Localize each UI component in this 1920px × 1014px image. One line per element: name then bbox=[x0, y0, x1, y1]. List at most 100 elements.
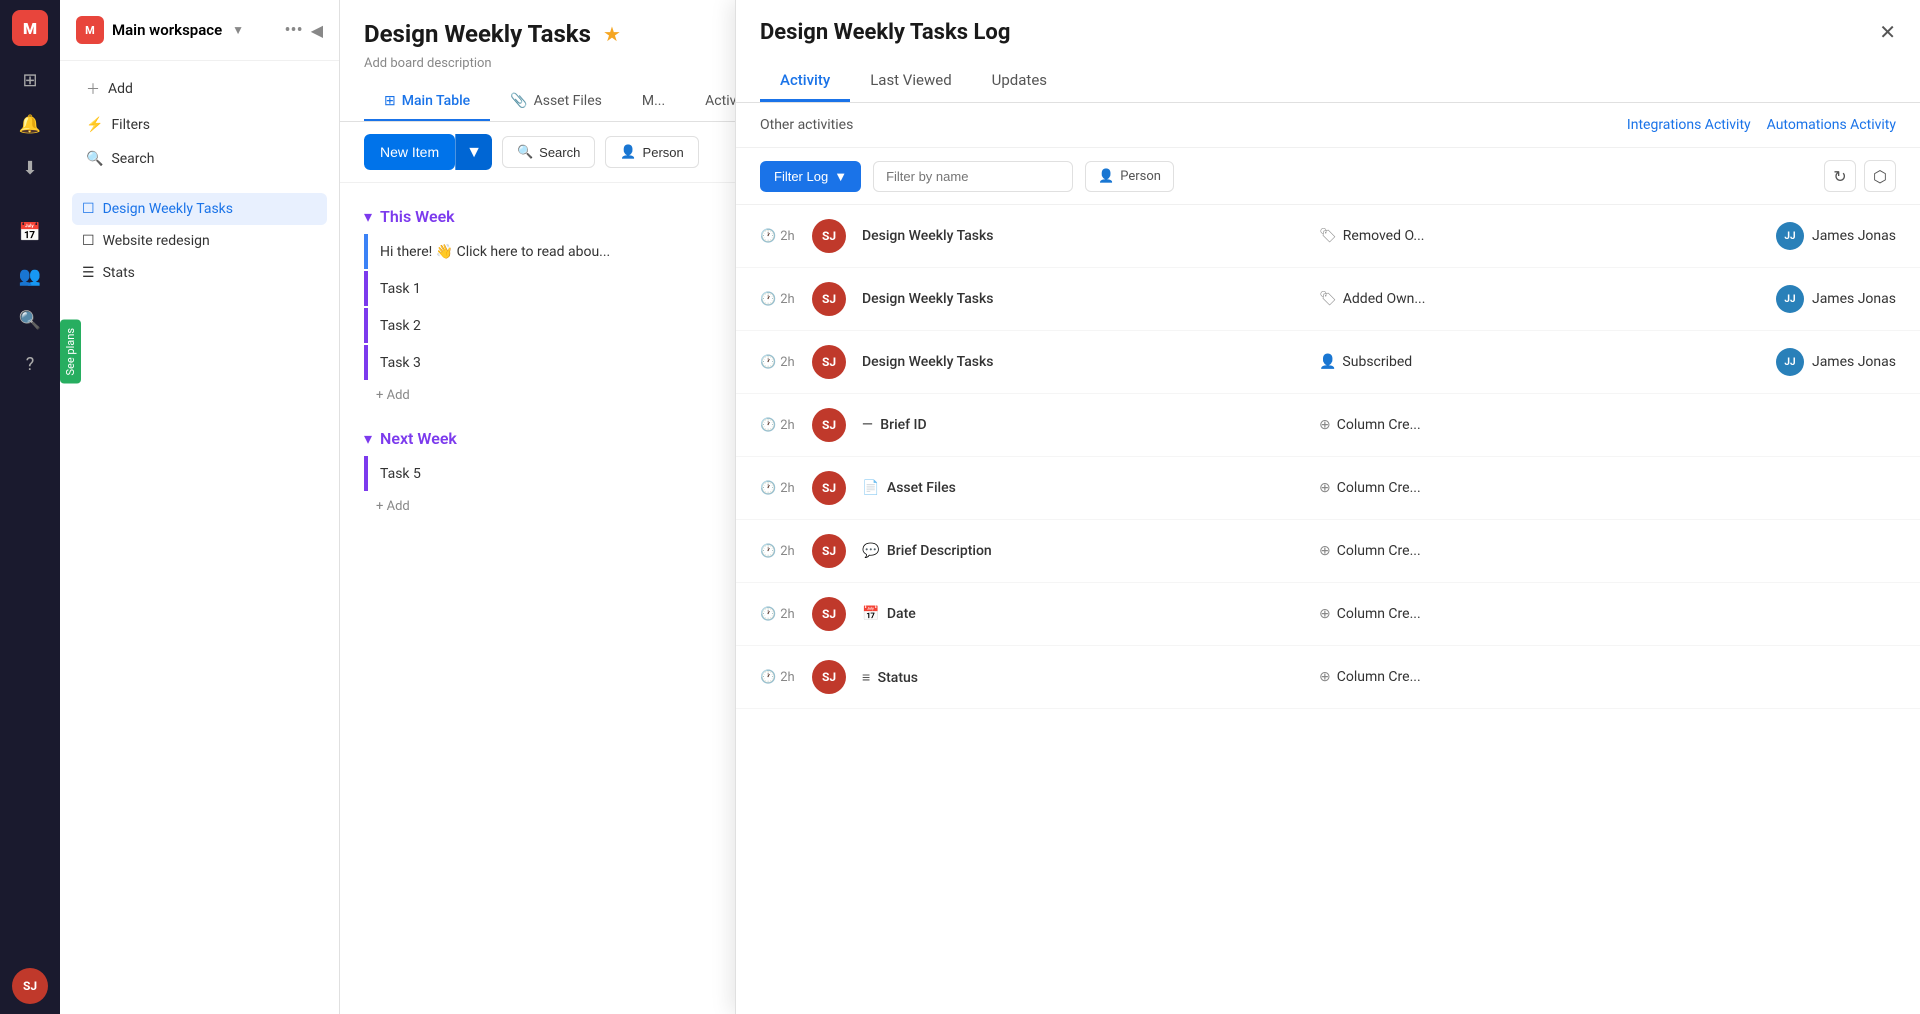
task-label: Task 5 bbox=[380, 466, 421, 482]
sidebar-add-button[interactable]: ＋ Add bbox=[76, 71, 323, 107]
activity-time: 🕐 2h bbox=[760, 481, 796, 496]
search-toolbar-button[interactable]: 🔍 Search bbox=[502, 136, 595, 168]
sidebar-search-button[interactable]: 🔍 Search bbox=[76, 143, 323, 175]
activity-board-name: Design Weekly Tasks bbox=[862, 228, 1303, 244]
action-icon: 🏷 bbox=[1319, 291, 1337, 307]
activity-avatar: SJ bbox=[812, 345, 846, 379]
column-create-icon: ⊕ bbox=[1319, 606, 1331, 622]
activity-action: ⊕ Column Cre... bbox=[1319, 417, 1760, 433]
sidebar-item-design-weekly[interactable]: ☐ Design Weekly Tasks bbox=[72, 193, 327, 225]
activity-row: 🕐 2h SJ 📄 Asset Files ⊕ Column Cre... bbox=[736, 457, 1920, 520]
activity-row: 🕐 2h SJ 📅 Date ⊕ Column Cre... bbox=[736, 583, 1920, 646]
activity-time: 🕐 2h bbox=[760, 544, 796, 559]
home-icon[interactable]: ⊞ bbox=[12, 62, 48, 98]
activity-board-name: — Brief ID bbox=[862, 417, 1303, 433]
export-icon[interactable]: ⬡ bbox=[1864, 160, 1896, 192]
new-item-button[interactable]: New Item bbox=[364, 134, 455, 170]
tab-asset-files[interactable]: 📎 Asset Files bbox=[490, 83, 622, 121]
activity-avatar: SJ bbox=[812, 219, 846, 253]
user-avatar: JJ bbox=[1776, 222, 1804, 250]
refresh-icon[interactable]: ↻ bbox=[1824, 160, 1856, 192]
board-icon-stats: ☰ bbox=[82, 265, 95, 281]
activity-filter-bar: Other activities Integrations Activity A… bbox=[736, 103, 1920, 148]
activity-row: 🕐 2h SJ Design Weekly Tasks 🏷 Removed O.… bbox=[736, 205, 1920, 268]
activity-toolbar-icons: ↻ ⬡ bbox=[1824, 160, 1896, 192]
bell-icon[interactable]: 🔔 bbox=[12, 106, 48, 142]
user-avatar: JJ bbox=[1776, 285, 1804, 313]
people-icon[interactable]: 👥 bbox=[12, 258, 48, 294]
add-label: Add bbox=[108, 81, 133, 97]
other-activities-label: Other activities bbox=[760, 117, 853, 133]
this-week-title: This Week bbox=[380, 207, 455, 226]
action-icon: 🏷 bbox=[1319, 228, 1337, 244]
board-title: Design Weekly Tasks bbox=[364, 20, 591, 48]
workspace-selector[interactable]: M Main workspace ▼ bbox=[76, 16, 244, 44]
activity-time: 🕐 2h bbox=[760, 355, 796, 370]
search-toolbar-icon: 🔍 bbox=[517, 144, 533, 160]
person-filter-icon: 👤 bbox=[1098, 169, 1114, 184]
tab-main-table[interactable]: ⊞ Main Table bbox=[364, 83, 490, 121]
sidebar: M Main workspace ▼ ••• ◀ ＋ Add ⚡ Filters… bbox=[60, 0, 340, 1014]
help-icon[interactable]: ? bbox=[12, 346, 48, 382]
icon-bar: M ⊞ 🔔 ⬇ 📅 👥 🔍 ? SJ bbox=[0, 0, 60, 1014]
filters-label: Filters bbox=[111, 117, 150, 133]
automations-activity-link[interactable]: Automations Activity bbox=[1767, 117, 1896, 133]
filter-log-chevron: ▼ bbox=[834, 169, 847, 184]
app-logo[interactable]: M bbox=[12, 10, 48, 46]
modal-title: Design Weekly Tasks Log bbox=[760, 20, 1010, 45]
calendar-icon[interactable]: 📅 bbox=[12, 214, 48, 250]
new-item-dropdown-arrow[interactable]: ▼ bbox=[455, 134, 492, 170]
activity-action: ⊕ Column Cre... bbox=[1319, 480, 1760, 496]
board-icon: ≡ bbox=[862, 670, 870, 686]
search-icon[interactable]: 🔍 bbox=[12, 302, 48, 338]
activity-row: 🕐 2h SJ ≡ Status ⊕ Column Cre... bbox=[736, 646, 1920, 709]
sidebar-item-stats[interactable]: ☰ Stats bbox=[72, 257, 327, 289]
tab-more[interactable]: M... bbox=[622, 83, 685, 121]
activity-avatar: SJ bbox=[812, 471, 846, 505]
sidebar-nav: ☐ Design Weekly Tasks ☐ Website redesign… bbox=[60, 185, 339, 1014]
column-create-icon: ⊕ bbox=[1319, 480, 1331, 496]
activity-action: 🏷 Removed O... bbox=[1319, 228, 1760, 244]
filter-by-name-input[interactable] bbox=[873, 161, 1073, 192]
workspace-chevron[interactable]: ▼ bbox=[232, 23, 244, 37]
activity-user: JJ James Jonas bbox=[1776, 222, 1896, 250]
asset-files-icon: 📎 bbox=[510, 93, 527, 109]
activity-time: 🕐 2h bbox=[760, 607, 796, 622]
user-avatar-small[interactable]: SJ bbox=[12, 968, 48, 1004]
filter-icon: ⚡ bbox=[86, 117, 103, 133]
activity-time: 🕐 2h bbox=[760, 418, 796, 433]
integrations-activity-link[interactable]: Integrations Activity bbox=[1627, 117, 1751, 133]
tab-updates[interactable]: Updates bbox=[972, 61, 1067, 102]
modal-close-button[interactable]: ✕ bbox=[1879, 20, 1896, 45]
board-icon-website: ☐ bbox=[82, 233, 95, 249]
next-week-collapse-arrow[interactable]: ▾ bbox=[364, 429, 372, 448]
activity-time: 🕐 2h bbox=[760, 670, 796, 685]
workspace-icon: M bbox=[76, 16, 104, 44]
activity-board-name: ≡ Status bbox=[862, 669, 1303, 686]
activity-action: 🏷 Added Own... bbox=[1319, 291, 1760, 307]
activity-avatar: SJ bbox=[812, 408, 846, 442]
sidebar-filters-button[interactable]: ⚡ Filters bbox=[76, 109, 323, 141]
activity-row: 🕐 2h SJ Design Weekly Tasks 👤 Subscribed… bbox=[736, 331, 1920, 394]
person-filter-button[interactable]: 👤 Person bbox=[605, 136, 698, 168]
see-plans-banner[interactable]: See plans bbox=[60, 320, 81, 384]
sidebar-item-website-redesign[interactable]: ☐ Website redesign bbox=[72, 225, 327, 257]
star-icon[interactable]: ★ bbox=[603, 22, 621, 46]
person-icon: 👤 bbox=[620, 144, 636, 160]
activity-user: JJ James Jonas bbox=[1776, 348, 1896, 376]
workspace-menu-dots[interactable]: ••• bbox=[284, 20, 302, 41]
this-week-collapse-arrow[interactable]: ▾ bbox=[364, 207, 372, 226]
download-icon[interactable]: ⬇ bbox=[12, 150, 48, 186]
activity-avatar: SJ bbox=[812, 534, 846, 568]
task-label: Task 1 bbox=[380, 281, 421, 297]
tab-last-viewed[interactable]: Last Viewed bbox=[850, 61, 971, 102]
filter-log-button[interactable]: Filter Log ▼ bbox=[760, 161, 861, 192]
action-person-icon: 👤 bbox=[1319, 354, 1336, 370]
tab-activity-modal[interactable]: Activity bbox=[760, 61, 850, 102]
activity-action: ⊕ Column Cre... bbox=[1319, 543, 1760, 559]
activity-board-name: 📅 Date bbox=[862, 606, 1303, 622]
person-filter-button[interactable]: 👤 Person bbox=[1085, 161, 1174, 192]
collapse-sidebar-icon[interactable]: ◀ bbox=[311, 21, 323, 40]
activity-links: Integrations Activity Automations Activi… bbox=[1627, 117, 1896, 133]
sidebar-item-label-design: Design Weekly Tasks bbox=[103, 201, 233, 217]
